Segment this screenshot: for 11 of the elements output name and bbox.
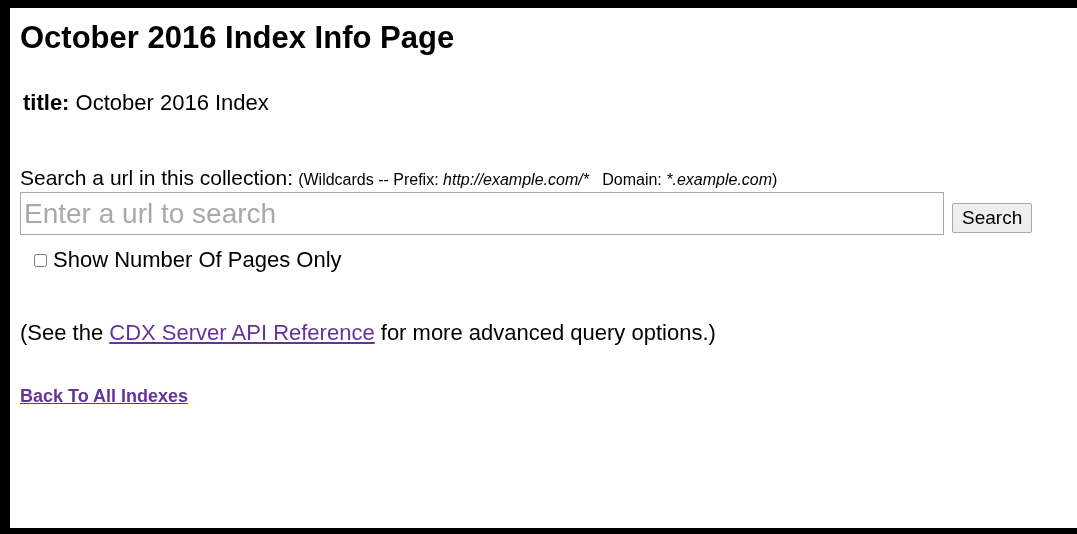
pages-only-label: Show Number Of Pages Only <box>53 247 342 273</box>
url-search-field[interactable]: Enter a url to search <box>20 192 944 235</box>
pages-only-checkbox[interactable] <box>34 253 47 267</box>
page-heading: October 2016 Index Info Page <box>20 20 456 56</box>
api-note: (See the CDX Server API Reference for more advanced query options.) <box>20 320 717 346</box>
api-reference-link[interactable]: CDX Server API Reference <box>109 320 375 345</box>
search-button[interactable]: Search <box>952 202 1033 233</box>
title-line: title: October 2016 Index <box>23 90 270 116</box>
back-link[interactable]: Back To All Indexes <box>20 386 189 407</box>
wildcard-hint: (Wildcards -- Prefix: http://example.com/* Domain: *.example.com) <box>298 171 778 189</box>
search-label: Search a url in this collection: <box>20 166 294 190</box>
